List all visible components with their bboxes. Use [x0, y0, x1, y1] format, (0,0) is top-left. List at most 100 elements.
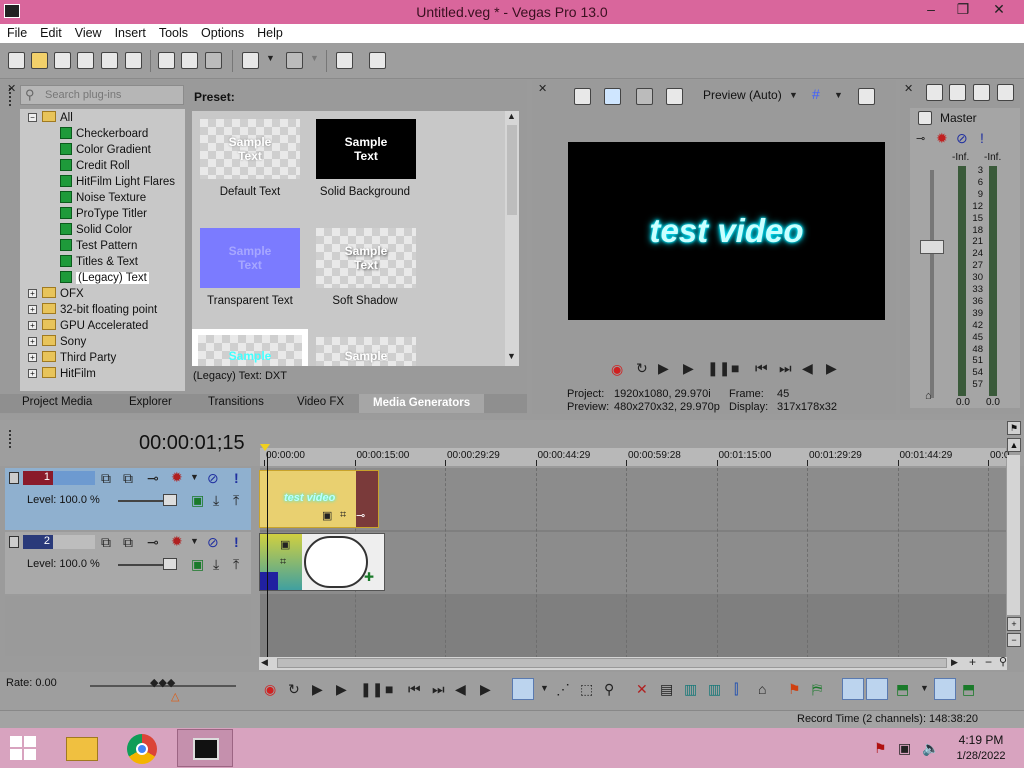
snapping-icon[interactable] [842, 678, 864, 700]
new-icon[interactable] [8, 52, 25, 69]
mute-icon[interactable]: ⊘ [956, 130, 968, 147]
time-ruler[interactable]: 00:00:00 00:00:15:00 00:00:29:29 00:00:44:2… [260, 448, 1009, 466]
preset-scrollbar[interactable]: ▲ ▼ [505, 111, 519, 366]
vegas-taskbar-button[interactable] [177, 729, 233, 767]
close-panel-icon[interactable]: ✕ [7, 82, 16, 95]
mute-icon[interactable]: ⊘ [207, 470, 219, 487]
expand-icon[interactable]: ⊸ [147, 534, 159, 551]
restore-button[interactable]: ❐ [946, 1, 980, 21]
tree-item[interactable]: Color Gradient [60, 143, 151, 159]
go-to-end-icon[interactable]: ⏭ [779, 360, 792, 377]
tree-item[interactable]: HitFilm Light Flares [60, 175, 175, 191]
master-properties-icon[interactable] [918, 111, 932, 125]
rate-reset-icon[interactable]: △ [171, 690, 179, 703]
selection-tool-icon[interactable]: ⬚ [580, 681, 593, 698]
volume-icon[interactable]: 🔈 [922, 740, 939, 757]
trim-end-icon[interactable]: ▥ [708, 681, 721, 698]
scroll-up-icon[interactable]: ▲ [507, 111, 516, 121]
external-monitor-icon[interactable] [604, 88, 621, 105]
copy-icon[interactable] [181, 52, 198, 69]
event-crop-icon[interactable]: ⌗ [340, 509, 346, 522]
tab-video-fx[interactable]: Video FX [297, 396, 344, 408]
tab-media-generators[interactable]: Media Generators [359, 394, 485, 413]
stop-icon[interactable]: ■ [385, 681, 393, 697]
pan-icon[interactable]: ⊸ [916, 132, 925, 145]
mute-icon[interactable]: ⊘ [207, 534, 219, 551]
solo-icon[interactable]: ! [234, 534, 239, 550]
clock-time[interactable]: 4:19 PM [950, 733, 1012, 747]
ripple-edit-icon[interactable]: ⬒ [896, 681, 909, 698]
level-slider[interactable] [163, 558, 177, 570]
close-panel-icon[interactable]: ✕ [538, 82, 547, 95]
solo-icon[interactable]: ! [980, 130, 984, 146]
clock-date[interactable]: 1/28/2022 [950, 750, 1012, 762]
tab-transitions[interactable]: Transitions [208, 396, 264, 408]
tree-item[interactable]: Noise Texture [60, 191, 146, 207]
menu-options[interactable]: Options [194, 24, 250, 40]
loop-icon[interactable]: ↻ [288, 681, 300, 698]
scroll-thumb[interactable] [277, 658, 947, 668]
automation-icon[interactable]: ▣ [191, 556, 204, 573]
record-icon[interactable]: ◉ [611, 361, 623, 378]
collapse-icon[interactable] [9, 536, 19, 548]
edit-tool-icon[interactable] [336, 52, 353, 69]
track-fx-icon[interactable]: ✹ [171, 469, 183, 486]
scroll-up-icon[interactable]: ▲ [1007, 438, 1021, 452]
properties-icon[interactable] [125, 52, 142, 69]
text-event-clip[interactable]: test video ▣ ⌗ ⊸ [259, 470, 379, 528]
envelope-down-icon[interactable]: ⤓ [213, 556, 219, 573]
zoom-in-vertical-icon[interactable]: + [1007, 617, 1021, 631]
tree-item[interactable]: + Third Party [28, 351, 116, 367]
go-to-start-icon[interactable]: ⏮ [755, 360, 768, 377]
tree-item[interactable]: + HitFilm [28, 367, 96, 383]
copy-snapshot-icon[interactable] [858, 88, 875, 105]
horizontal-scrollbar[interactable]: ◀ ▶ + − ⚲ [259, 655, 1007, 670]
event-pan-icon[interactable]: ⊸ [356, 509, 365, 522]
auto-crossfade-icon[interactable] [866, 678, 888, 700]
track-name-field[interactable] [53, 535, 95, 549]
tree-item[interactable]: +32-bit floating point [28, 303, 157, 319]
event-crop-icon[interactable]: ⌗ [280, 556, 286, 569]
trim-icon[interactable]: ▤ [660, 681, 673, 698]
expand-icon[interactable]: + [28, 305, 37, 314]
tab-explorer[interactable]: Explorer [129, 396, 172, 408]
save-as-icon[interactable] [77, 52, 94, 69]
tree-item[interactable]: + GPU Accelerated [28, 319, 148, 335]
mixer-properties-icon[interactable] [926, 84, 943, 101]
event-pan-icon[interactable]: ✚ [364, 570, 374, 584]
automation-icon[interactable]: ▣ [191, 492, 204, 509]
envelope-down-icon[interactable]: ⤓ [213, 492, 219, 509]
insert-marker-icon[interactable]: ⚑ [788, 681, 801, 698]
pause-icon[interactable]: ❚❚ [707, 360, 730, 377]
menu-tools[interactable]: Tools [152, 24, 194, 40]
split-screen-icon[interactable] [636, 88, 653, 105]
solo-icon[interactable]: ! [234, 470, 239, 486]
zoom-out-time-icon[interactable]: − [985, 655, 992, 669]
expand-icon[interactable]: + [28, 337, 37, 346]
marker-icon[interactable]: ⚑ [1007, 421, 1021, 435]
panel-handle[interactable] [6, 428, 14, 450]
ripple-dropdown-icon[interactable]: ▼ [920, 683, 929, 693]
scroll-down-icon[interactable]: ▼ [507, 351, 516, 361]
render-icon[interactable] [101, 52, 118, 69]
zoom-tool-icon[interactable]: ⚲ [999, 655, 1007, 668]
preview-properties-icon[interactable] [574, 88, 591, 105]
expand-icon[interactable]: ⊸ [147, 470, 159, 487]
open-icon[interactable] [31, 52, 48, 69]
preset-thumb-next[interactable]: Sample [316, 337, 416, 366]
play-icon[interactable]: ▶ [336, 681, 347, 698]
expand-icon[interactable]: + [28, 321, 37, 330]
preset-thumb-selected[interactable]: Sample [192, 329, 308, 366]
tree-item[interactable]: Solid Color [60, 223, 132, 239]
previous-frame-icon[interactable]: ◀ [455, 681, 466, 698]
previous-frame-icon[interactable]: ◀ [802, 360, 813, 377]
preset-thumb-soft-shadow[interactable]: Sample Text [316, 228, 416, 288]
envelope-tool-icon[interactable]: ⋰ [556, 681, 570, 698]
fx-dropdown-icon[interactable]: ▼ [190, 472, 199, 482]
fx-icon[interactable]: ✹ [936, 130, 948, 147]
lock-icon[interactable]: ⌂ [925, 390, 932, 402]
tree-item[interactable]: Test Pattern [60, 239, 137, 255]
start-button[interactable] [10, 736, 38, 760]
go-to-start-icon[interactable]: ⏮ [408, 681, 421, 698]
cut-icon[interactable] [158, 52, 175, 69]
